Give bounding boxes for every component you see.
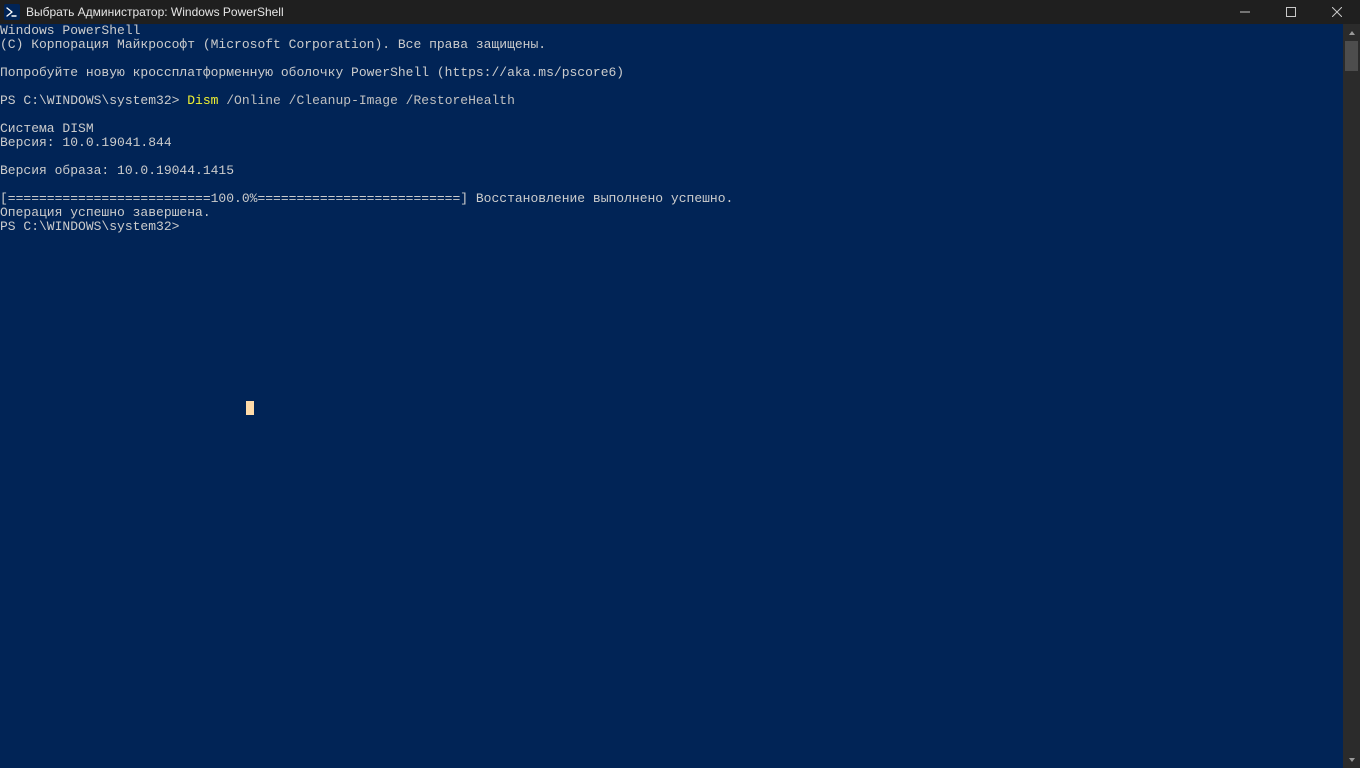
- banner-line-1: Windows PowerShell: [0, 24, 1343, 38]
- command-line: PS C:\WINDOWS\system32> Dism /Online /Cl…: [0, 94, 1343, 108]
- scrollbar-thumb[interactable]: [1345, 41, 1358, 71]
- client-area: Windows PowerShell (C) Корпорация Майкро…: [0, 24, 1360, 768]
- powershell-icon: [4, 4, 20, 20]
- image-version-line: Версия образа: 10.0.19044.1415: [0, 164, 1343, 178]
- banner-line-2: (C) Корпорация Майкрософт (Microsoft Cor…: [0, 38, 1343, 52]
- scroll-down-button[interactable]: [1343, 751, 1360, 768]
- dism-version-line: Версия: 10.0.19041.844: [0, 136, 1343, 150]
- powershell-window: Выбрать Администратор: Windows PowerShel…: [0, 0, 1360, 768]
- command-args: /Online /Cleanup-Image /RestoreHealth: [218, 93, 514, 108]
- blank-line: [0, 150, 1343, 164]
- blank-line: [0, 178, 1343, 192]
- terminal-area[interactable]: Windows PowerShell (C) Корпорация Майкро…: [0, 24, 1343, 768]
- minimize-button[interactable]: [1222, 0, 1268, 24]
- prompt-line-2: PS C:\WINDOWS\system32>: [0, 220, 1343, 234]
- blank-line: [0, 52, 1343, 66]
- window-controls: [1222, 0, 1360, 24]
- titlebar[interactable]: Выбрать Администратор: Windows PowerShel…: [0, 0, 1360, 24]
- text-cursor: [246, 401, 254, 415]
- success-line: Операция успешно завершена.: [0, 206, 1343, 220]
- scroll-up-button[interactable]: [1343, 24, 1360, 41]
- progress-line: [==========================100.0%=======…: [0, 192, 1343, 206]
- blank-line: [0, 108, 1343, 122]
- try-pscore-line: Попробуйте новую кроссплатформенную обол…: [0, 66, 1343, 80]
- dism-header-line: Cистема DISM: [0, 122, 1343, 136]
- vertical-scrollbar[interactable]: [1343, 24, 1360, 768]
- maximize-button[interactable]: [1268, 0, 1314, 24]
- prompt-text: PS C:\WINDOWS\system32>: [0, 93, 187, 108]
- blank-line: [0, 80, 1343, 94]
- command-keyword: Dism: [187, 93, 218, 108]
- close-button[interactable]: [1314, 0, 1360, 24]
- window-title: Выбрать Администратор: Windows PowerShel…: [26, 5, 284, 19]
